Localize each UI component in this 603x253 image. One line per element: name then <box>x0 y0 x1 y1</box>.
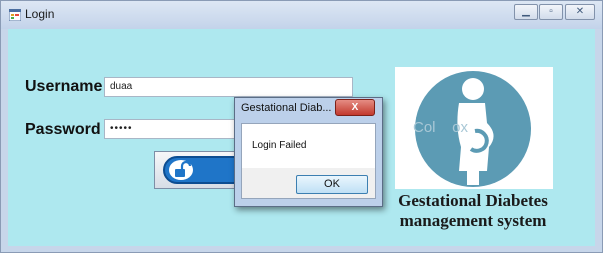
minimize-button[interactable]: ▁ <box>514 4 538 20</box>
app-caption: Gestational Diabetes management system <box>383 191 563 231</box>
logo-watermark: Col ox <box>413 119 469 136</box>
app-logo: Col ox <box>395 67 553 189</box>
close-icon: ✕ <box>575 6 585 17</box>
window-title: Login <box>25 7 55 21</box>
caption-line-1: Gestational Diabetes <box>398 191 548 210</box>
maximize-button[interactable]: ▫ <box>539 4 563 20</box>
dialog-message: Login Failed <box>252 140 307 151</box>
dialog-message-area: Login Failed <box>242 124 375 168</box>
title-bar[interactable]: Login ▁ ▫ ✕ <box>1 1 602 29</box>
caption-line-2: management system <box>399 211 547 230</box>
close-icon: X <box>351 102 359 113</box>
username-label: Username <box>25 78 103 95</box>
minimize-icon: ▁ <box>522 6 530 17</box>
message-dialog: Gestational Diab... X Login Failed OK <box>234 97 383 207</box>
dialog-close-button[interactable]: X <box>335 99 375 116</box>
dialog-body: Login Failed OK <box>241 123 376 199</box>
close-button[interactable]: ✕ <box>565 4 595 20</box>
password-field[interactable]: ••••• <box>104 119 239 139</box>
maximize-icon: ▫ <box>549 6 553 17</box>
app-form-icon <box>9 9 21 21</box>
password-label: Password <box>25 121 101 138</box>
username-field[interactable]: duaa <box>104 77 353 97</box>
ok-button[interactable]: OK <box>296 175 368 194</box>
dialog-title: Gestational Diab... <box>241 102 332 114</box>
padlock-icon <box>169 160 193 180</box>
